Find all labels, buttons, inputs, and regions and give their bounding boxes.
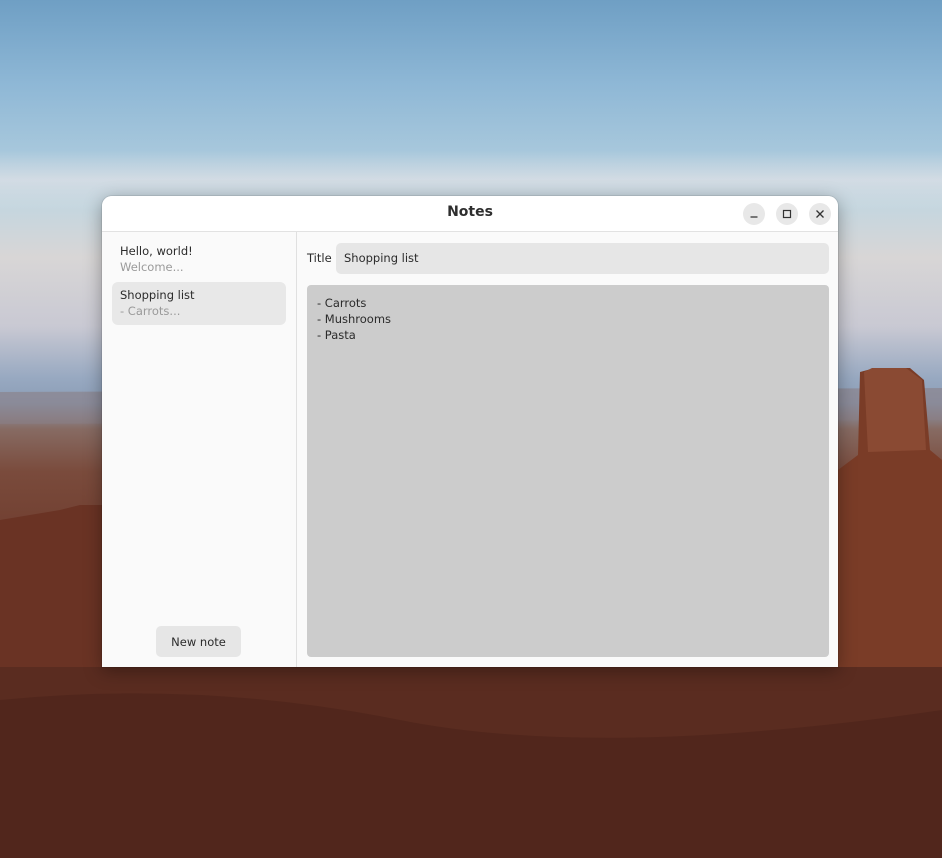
close-icon [816, 210, 824, 218]
note-editor: Title Shopping list - Carrots - Mushroom… [297, 232, 838, 667]
title-label: Title [307, 251, 332, 265]
title-input[interactable]: Shopping list [336, 243, 829, 274]
note-title: Hello, world! [120, 244, 193, 258]
window-title: Notes [447, 204, 493, 220]
body-line: - Mushrooms [317, 312, 392, 326]
close-button[interactable] [809, 203, 831, 225]
notes-window: Notes Hello, world! Welcome... Shopping … [102, 196, 838, 667]
minimize-button[interactable] [743, 203, 765, 225]
title-bar[interactable]: Notes [102, 196, 838, 232]
note-list-item[interactable]: Hello, world! Welcome... [112, 238, 286, 281]
note-preview: Welcome... [120, 260, 184, 274]
maximize-button[interactable] [776, 203, 798, 225]
minimize-icon [750, 216, 758, 218]
maximize-icon [782, 209, 792, 219]
note-list-item-selected[interactable]: Shopping list - Carrots... [112, 282, 286, 325]
note-body-textarea[interactable]: - Carrots - Mushrooms - Pasta [307, 285, 829, 657]
body-line: - Pasta [317, 328, 356, 342]
note-preview: - Carrots... [120, 304, 181, 318]
desktop: Notes Hello, world! Welcome... Shopping … [0, 0, 942, 858]
new-note-button[interactable]: New note [156, 626, 241, 657]
notes-sidebar: Hello, world! Welcome... Shopping list -… [102, 232, 297, 667]
note-title: Shopping list [120, 288, 195, 302]
body-line: - Carrots [317, 296, 367, 310]
